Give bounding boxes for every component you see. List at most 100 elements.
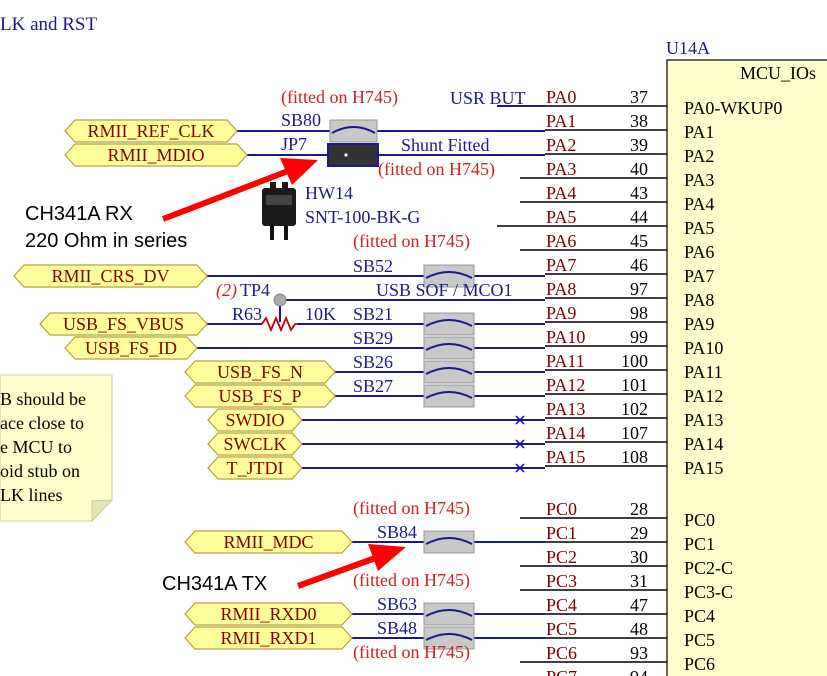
pin-label-pc2: PC2 [546,547,577,567]
pin-number-pa5: 44 [630,207,648,227]
pin-label-pa0: PA0 [546,87,576,107]
pin-number-pa3: 40 [630,159,648,179]
pin-label-pc7: PC7 [546,667,577,676]
mcu-pin-pa14: PA14 [684,434,723,454]
fitted-note-4: (fitted on H745) [353,498,470,519]
sb21-label: SB21 [353,304,393,324]
pin-number-pa2: 39 [630,135,648,155]
shunt-fitted-label: Shunt Fitted [401,135,490,155]
pin-number-pa7: 46 [630,255,648,275]
rmii-mdio-port-label: RMII_MDIO [108,145,205,165]
mcu-pin-pa8: PA8 [684,290,714,310]
sb63-label: SB63 [377,594,417,614]
pin-number-pc2: 30 [630,547,648,567]
hw14-label: HW14 [305,183,353,203]
note-line: B should be [0,389,86,409]
mcu-pin-pa15: PA15 [684,458,723,478]
pin-number-pc0: 28 [630,499,648,519]
swdio-port-label: SWDIO [226,410,285,430]
jp7-pin [344,153,348,157]
tp4-test-point [273,293,287,307]
pin-label-pa3: PA3 [546,159,576,179]
sb84-label: SB84 [377,522,417,542]
mcu-pin-pa0: PA0-WKUP0 [684,98,782,118]
pin-number-pc1: 29 [630,523,648,543]
pin-label-pa4: PA4 [546,183,576,203]
mcu-pin-pa7: PA7 [684,266,714,286]
pin-label-pa5: PA5 [546,207,576,227]
fitted-note-3: (fitted on H745) [353,231,470,252]
mcu-ref: U14A [666,38,710,58]
mcu-pin-pa13: PA13 [684,410,723,430]
shunt-hw14-icon [262,182,296,240]
sb27-label: SB27 [353,376,393,396]
usb-sof-label: USB SOF / MCO1 [376,280,513,300]
mcu-pin-pa1: PA1 [684,122,714,142]
pin-number-pa0: 37 [630,87,648,107]
tp4-prefix: (2) [216,280,237,301]
mcu-pin-pa10: PA10 [684,338,723,358]
pin-number-pa15: 108 [621,447,648,467]
mcu-pin-pc2: PC2-C [684,558,733,578]
pin-number-pc4: 47 [630,595,648,615]
sheet-title: LK and RST [0,14,98,35]
sb80-label: SB80 [281,110,321,130]
rmii-mdc-port-label: RMII_MDC [223,532,313,552]
pin-label-pa7: PA7 [546,255,576,275]
pin-label-pc0: PC0 [546,499,577,519]
mcu-pin-pa6: PA6 [684,242,714,262]
ch341a-rx-label: CH341A RX [25,203,133,225]
mcu-pin-pc4: PC4 [684,606,715,626]
pin-number-pa9: 98 [630,303,648,323]
pin-label-pa15: PA15 [546,447,585,467]
mcu-pin-pc3: PC3-C [684,582,733,602]
sb52-label: SB52 [353,256,393,276]
pin-label-pa11: PA11 [546,351,585,371]
usb-fs-p-port-label: USB_FS_P [218,386,301,406]
pin-label-pc5: PC5 [546,619,577,639]
t-jtdi-port-label: T_JTDI [227,458,284,478]
mcu-pin-pa11: PA11 [684,362,723,382]
pin-label-pc3: PC3 [546,571,577,591]
pin-number-pa6: 45 [630,231,648,251]
pin-label-pc4: PC4 [546,595,577,615]
mcu-name: MCU_IOs [740,63,816,83]
note-line: oid stub on [0,461,80,481]
mcu-pin-pc0: PC0 [684,510,715,530]
jp7-jumper [327,143,379,167]
mcu-pin-pa4: PA4 [684,194,714,214]
pin-number-pc6: 93 [630,643,648,663]
r63-value: 10K [305,304,336,324]
pin-label-pa8: PA8 [546,279,576,299]
pin-number-pc3: 31 [630,571,648,591]
sb26-label: SB26 [353,352,393,372]
pin-label-pa13: PA13 [546,399,585,419]
pin-number-pa12: 101 [621,375,648,395]
usb-fs-vbus-port-label: USB_FS_VBUS [63,314,184,334]
ch341a-rx-series-label: 220 Ohm in series [25,230,187,252]
sb48-label: SB48 [377,618,417,638]
pin-number-pa8: 97 [630,279,648,299]
pin-label-pa9: PA9 [546,303,576,323]
fitted-note-5: (fitted on H745) [353,570,470,591]
swclk-port-label: SWCLK [224,434,287,454]
design-note: B should be ace close to e MCU to oid st… [0,374,114,523]
pin-label-pa14: PA14 [546,423,585,443]
note-line: LK lines [0,485,63,505]
r63-label: R63 [232,304,262,324]
mcu-pin-pc5: PC5 [684,630,715,650]
pin-label-pa10: PA10 [546,327,585,347]
mcu-pin-pa2: PA2 [684,146,714,166]
mcu-pin-pa9: PA9 [684,314,714,334]
pin-label-pc1: PC1 [546,523,577,543]
mcu-pin-pc6: PC6 [684,654,715,674]
pin-label-pa6: PA6 [546,231,576,251]
pin-label-pc6: PC6 [546,643,577,663]
mcu-pin-pa5: PA5 [684,218,714,238]
fitted-note-6: (fitted on H745) [353,642,470,663]
rmii-crs-dv-port-label: RMII_CRS_DV [51,266,169,286]
fitted-note-2: (fitted on H745) [378,159,495,180]
pin-label-pa2: PA2 [546,135,576,155]
mcu-pin-pc1: PC1 [684,534,715,554]
tp4-label: TP4 [240,280,270,300]
